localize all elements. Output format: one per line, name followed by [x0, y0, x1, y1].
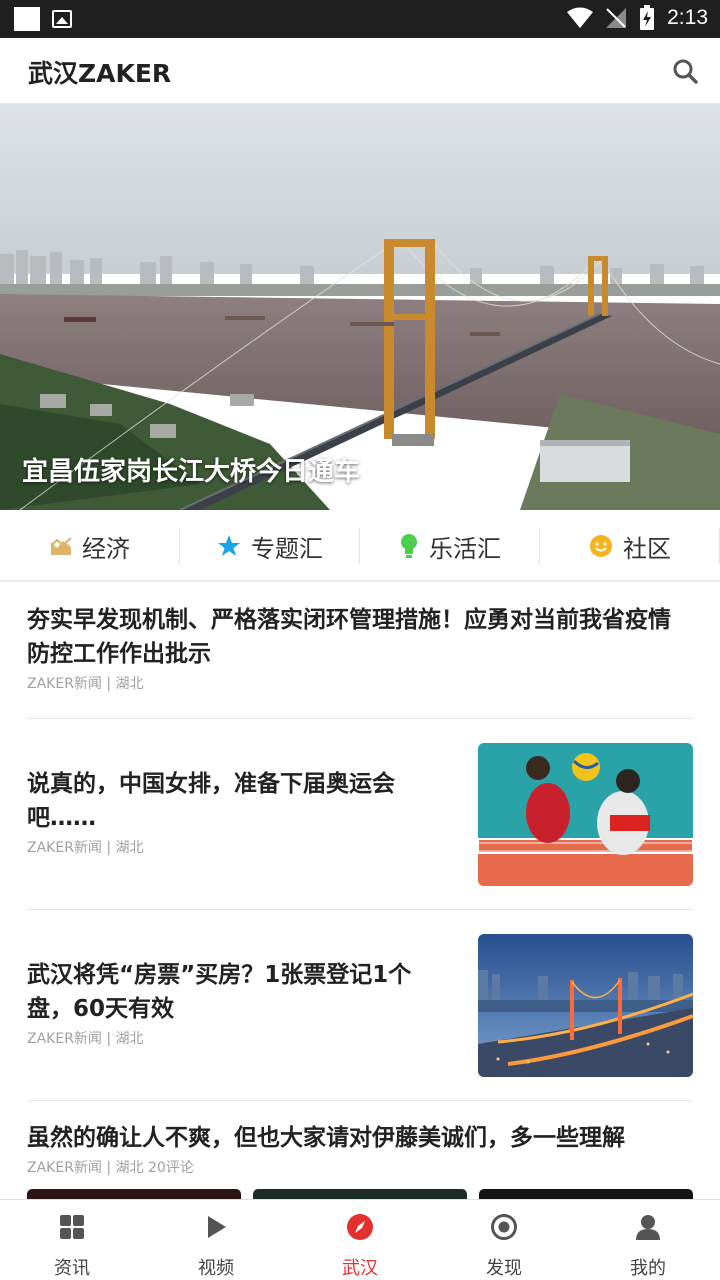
nav-item-wuhan[interactable]: 武汉 [288, 1200, 432, 1280]
notification-icon [14, 7, 40, 31]
app-bar: 武汉ZAKER [0, 38, 720, 104]
nav-label: 发现 [486, 1258, 522, 1279]
bottom-nav: 资讯 视频 武汉 发现 我的 [0, 1199, 720, 1280]
category-label: 经济 [82, 534, 130, 563]
status-indicators: 2:13 [567, 5, 708, 31]
category-label: 专题汇 [251, 534, 323, 563]
news-title: 武汉将凭“房票”买房？1张票登记1个盘，60天有效 [27, 962, 412, 1022]
grid-icon [60, 1215, 84, 1239]
news-title: 说真的，中国女排，准备下届奥运会吧…… [27, 771, 395, 831]
category-label: 乐活汇 [429, 534, 501, 563]
nav-item-news[interactable]: 资讯 [0, 1200, 144, 1280]
no-signal-icon [606, 8, 627, 28]
news-meta: ZAKER新闻 | 湖北 [27, 1031, 144, 1047]
status-bar: 2:13 [0, 0, 720, 38]
news-meta: ZAKER新闻 | 湖北 [27, 676, 144, 692]
nav-label: 资讯 [54, 1258, 90, 1279]
user-icon [636, 1215, 660, 1240]
nav-item-discover[interactable]: 发现 [432, 1200, 576, 1280]
star-icon [218, 535, 240, 556]
volleyball-photo [478, 743, 693, 886]
news-title: 夯实早发现机制、严格落实闭环管理措施！应勇对当前我省疫情防控工作作出批示 [27, 607, 671, 667]
news-meta: ZAKER新闻 | 湖北 [27, 840, 144, 856]
category-economy[interactable]: 经济 [0, 510, 180, 582]
wifi-icon [567, 7, 594, 28]
smiley-icon [590, 535, 612, 557]
news-meta: ZAKER新闻 | 湖北 20评论 [27, 1160, 194, 1176]
nav-label: 视频 [198, 1258, 234, 1279]
category-community[interactable]: 社区 [540, 510, 720, 582]
hero-image [0, 104, 720, 510]
hero-caption: 宜昌伍家岗长江大桥今日通车 [22, 457, 361, 487]
news-item[interactable]: 说真的，中国女排，准备下届奥运会吧…… ZAKER新闻 | 湖北 [27, 719, 693, 910]
news-item[interactable]: 武汉将凭“房票”买房？1张票登记1个盘，60天有效 ZAKER新闻 | 湖北 [27, 910, 693, 1101]
nav-label: 我的 [630, 1258, 666, 1279]
bulb-icon [401, 534, 417, 558]
target-icon [491, 1214, 517, 1240]
status-notifications [14, 7, 72, 31]
image-notification-icon [52, 10, 72, 28]
search-icon[interactable] [672, 58, 698, 84]
news-item[interactable]: 夯实早发现机制、严格落实闭环管理措施！应勇对当前我省疫情防控工作作出批示 ZAK… [27, 603, 693, 719]
bridge-night-photo [478, 934, 693, 1077]
hero-banner[interactable]: 宜昌伍家岗长江大桥今日通车 [0, 104, 720, 510]
nav-label: 武汉 [342, 1258, 378, 1279]
news-thumbnail [478, 743, 693, 886]
nav-item-profile[interactable]: 我的 [576, 1200, 720, 1280]
news-thumbnail [478, 934, 693, 1077]
category-label: 社区 [623, 534, 671, 563]
chart-icon [50, 537, 72, 555]
compass-icon [347, 1214, 373, 1240]
clock: 2:13 [667, 6, 708, 29]
category-topics[interactable]: 专题汇 [180, 510, 360, 582]
category-bar: 经济 专题汇 乐活汇 社区 [0, 510, 720, 582]
play-icon [208, 1216, 226, 1238]
news-title: 虽然的确让人不爽，但也大家请对伊藤美诚们，多一些理解 [27, 1125, 625, 1151]
news-item[interactable]: 虽然的确让人不爽，但也大家请对伊藤美诚们，多一些理解 ZAKER新闻 | 湖北 … [27, 1101, 693, 1201]
app-title: 武汉ZAKER [28, 59, 172, 88]
category-lifestyle[interactable]: 乐活汇 [360, 510, 540, 582]
nav-item-video[interactable]: 视频 [144, 1200, 288, 1280]
battery-charging-icon [640, 5, 655, 30]
